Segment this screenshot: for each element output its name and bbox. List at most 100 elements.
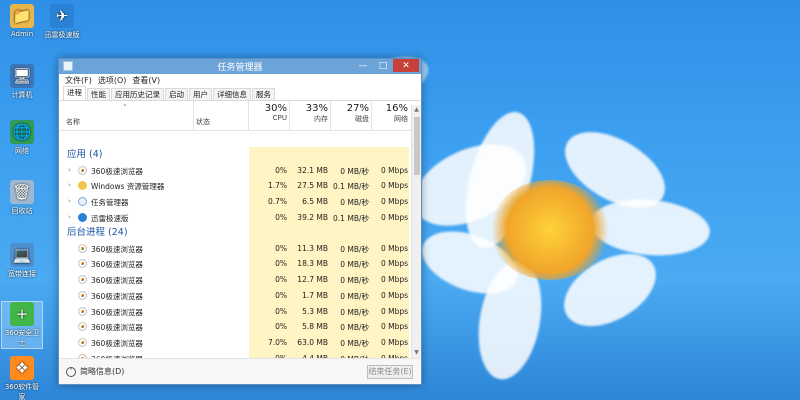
column-network-header[interactable]: 16% 网络 (372, 103, 408, 124)
table-header: ˄ 名称 状态 30% CPU 33% 内存 27% 磁盘 16% 网络 (59, 101, 421, 131)
desktop-icon-recycle-bin[interactable]: 🗑 回收站 (2, 180, 42, 216)
column-memory-header[interactable]: 33% 内存 (290, 103, 328, 124)
column-status-header[interactable]: 状态 (196, 117, 210, 127)
process-name: 360极速浏览器 (91, 260, 143, 270)
process-cpu: 0% (275, 322, 287, 332)
process-cpu: 0% (275, 290, 287, 300)
menu-view[interactable]: 查看(V) (132, 75, 160, 86)
360-browser-icon (78, 290, 87, 300)
process-disk: 0.1 MB/秒 (333, 182, 369, 192)
desktop-icon-software-manager[interactable]: ❖ 360软件管家 (2, 356, 42, 400)
process-name: 360极速浏览器 (91, 323, 143, 333)
memory-label: 内存 (314, 115, 328, 123)
tab-startup[interactable]: 启动 (165, 88, 188, 100)
menu-options[interactable]: 选项(O) (98, 75, 127, 86)
column-cpu-header[interactable]: 30% CPU (249, 103, 287, 122)
desktop-icon-label: Admin (10, 30, 34, 38)
less-details-button[interactable]: ˄ 简略信息(D) (66, 366, 124, 377)
tab-details[interactable]: 详细信息 (213, 88, 251, 100)
footer-bar: ˄ 简略信息(D) 结束任务(E) (59, 358, 421, 384)
process-name: 360极速浏览器 (91, 307, 143, 317)
tab-app-history[interactable]: 应用历史记录 (111, 88, 164, 100)
scroll-up-icon[interactable]: ▲ (412, 105, 421, 115)
desktop-icon-bird[interactable]: ✈ 迅雷极速版 (42, 4, 82, 40)
task-manager-window: 任务管理器 — □ ✕ 文件(F) 选项(O) 查看(V) 进程 性能 应用历史… (58, 58, 422, 385)
table-row[interactable]: › 迅雷极速版 0% 39.2 MB 0.1 MB/秒 0 Mbps (59, 210, 411, 226)
table-row[interactable]: 360极速浏览器 0% 11.3 MB 0 MB/秒 0 Mbps (59, 241, 411, 257)
table-row[interactable]: › Windows 资源管理器 1.7% 27.5 MB 0.1 MB/秒 0 Mbps (59, 178, 411, 194)
process-net: 0 Mbps (380, 290, 408, 300)
menu-file[interactable]: 文件(F) (65, 75, 92, 86)
desktop-icon-label: 计算机 (11, 91, 33, 99)
process-net: 0 Mbps (380, 275, 408, 285)
window-title: 任务管理器 (217, 63, 263, 73)
end-task-button[interactable]: 结束任务(E) (367, 365, 413, 379)
column-name-header[interactable]: 名称 (66, 117, 80, 127)
desktop-icon-monitor-network[interactable]: 💻 宽带连接 (2, 243, 42, 279)
maximize-button[interactable]: □ (373, 59, 393, 72)
process-name: 360极速浏览器 (91, 291, 143, 301)
scroll-down-icon[interactable]: ▼ (412, 348, 421, 358)
process-name: 迅雷极速版 (91, 213, 129, 223)
process-disk: 0 MB/秒 (340, 166, 369, 176)
process-net: 0 Mbps (380, 165, 408, 175)
process-mem: 6.5 MB (302, 196, 328, 206)
process-mem: 63.0 MB (297, 337, 328, 347)
monitor-network-icon: 💻 (10, 243, 34, 267)
title-bar[interactable]: 任务管理器 — □ ✕ (59, 59, 421, 74)
process-cpu: 0% (275, 243, 287, 253)
bird-icon: ✈ (50, 4, 74, 28)
cpu-total: 30% (264, 103, 287, 114)
360-browser-icon (78, 259, 87, 269)
table-row[interactable]: › 任务管理器 0.7% 6.5 MB 0 MB/秒 0 Mbps (59, 194, 411, 210)
process-net: 0 Mbps (380, 196, 408, 206)
desktop-icon-label: 宽带连接 (8, 270, 36, 278)
process-cpu: 0.7% (267, 196, 287, 206)
process-net: 0 Mbps (380, 212, 408, 222)
table-row[interactable]: 360极速浏览器 0% 1.7 MB 0 MB/秒 0 Mbps (59, 288, 411, 304)
close-button[interactable]: ✕ (393, 59, 419, 72)
desktop-icon-computer[interactable]: 🖥 计算机 (2, 64, 42, 100)
process-disk: 0 MB/秒 (340, 244, 369, 254)
minimize-button[interactable]: — (353, 59, 373, 72)
table-row[interactable]: 360极速浏览器 0% 5.3 MB 0 MB/秒 0 Mbps (59, 304, 411, 320)
tab-services[interactable]: 服务 (252, 88, 275, 100)
expand-chevron-icon[interactable]: › (68, 166, 71, 174)
process-name: Windows 资源管理器 (91, 182, 165, 192)
tab-processes[interactable]: 进程 (63, 86, 86, 100)
table-row[interactable]: 360极速浏览器 0% 5.8 MB 0 MB/秒 0 Mbps (59, 319, 411, 335)
disk-label: 磁盘 (355, 115, 369, 123)
table-row[interactable]: 360极速浏览器 0% 18.3 MB 0 MB/秒 0 Mbps (59, 256, 411, 272)
process-disk: 0.1 MB/秒 (333, 213, 369, 223)
process-net: 0 Mbps (380, 306, 408, 316)
desktop-icon-shield-plus[interactable]: +360安全卫士 (1, 301, 43, 349)
process-disk: 0 MB/秒 (340, 291, 369, 301)
table-row[interactable]: 360极速浏览器 0% 12.7 MB 0 MB/秒 0 Mbps (59, 272, 411, 288)
process-mem: 11.3 MB (297, 243, 328, 253)
column-disk-header[interactable]: 27% 磁盘 (331, 103, 369, 124)
process-net: 0 Mbps (380, 243, 408, 253)
process-name: 360极速浏览器 (91, 166, 143, 176)
process-disk: 0 MB/秒 (340, 307, 369, 317)
globe-icon: 🌐 (10, 120, 34, 144)
tab-users[interactable]: 用户 (189, 88, 212, 100)
process-disk: 0 MB/秒 (340, 276, 369, 286)
desktop-icon-folder-user[interactable]: 📁 Admin (2, 4, 42, 38)
software-manager-icon: ❖ (10, 356, 34, 380)
table-row[interactable]: › 360极速浏览器 0% 32.1 MB 0 MB/秒 0 Mbps (59, 163, 411, 179)
expand-chevron-icon[interactable]: › (68, 213, 71, 221)
process-net: 0 Mbps (380, 181, 408, 191)
table-row[interactable]: 360极速浏览器 7.0% 63.0 MB 0 MB/秒 0 Mbps (59, 335, 411, 351)
tab-performance[interactable]: 性能 (87, 88, 110, 100)
process-name: 360极速浏览器 (91, 244, 143, 254)
sort-indicator-icon: ˄ (123, 104, 127, 112)
desktop-icon-label: 回收站 (11, 207, 33, 215)
scroll-thumb[interactable] (414, 117, 420, 175)
process-mem: 39.2 MB (297, 212, 328, 222)
360-browser-icon (78, 306, 87, 316)
expand-chevron-icon[interactable]: › (68, 181, 71, 189)
vertical-scrollbar[interactable]: ▲ ▼ (411, 105, 421, 358)
process-mem: 27.5 MB (297, 181, 328, 191)
desktop-icon-globe[interactable]: 🌐 网络 (2, 120, 42, 156)
expand-chevron-icon[interactable]: › (68, 197, 71, 205)
